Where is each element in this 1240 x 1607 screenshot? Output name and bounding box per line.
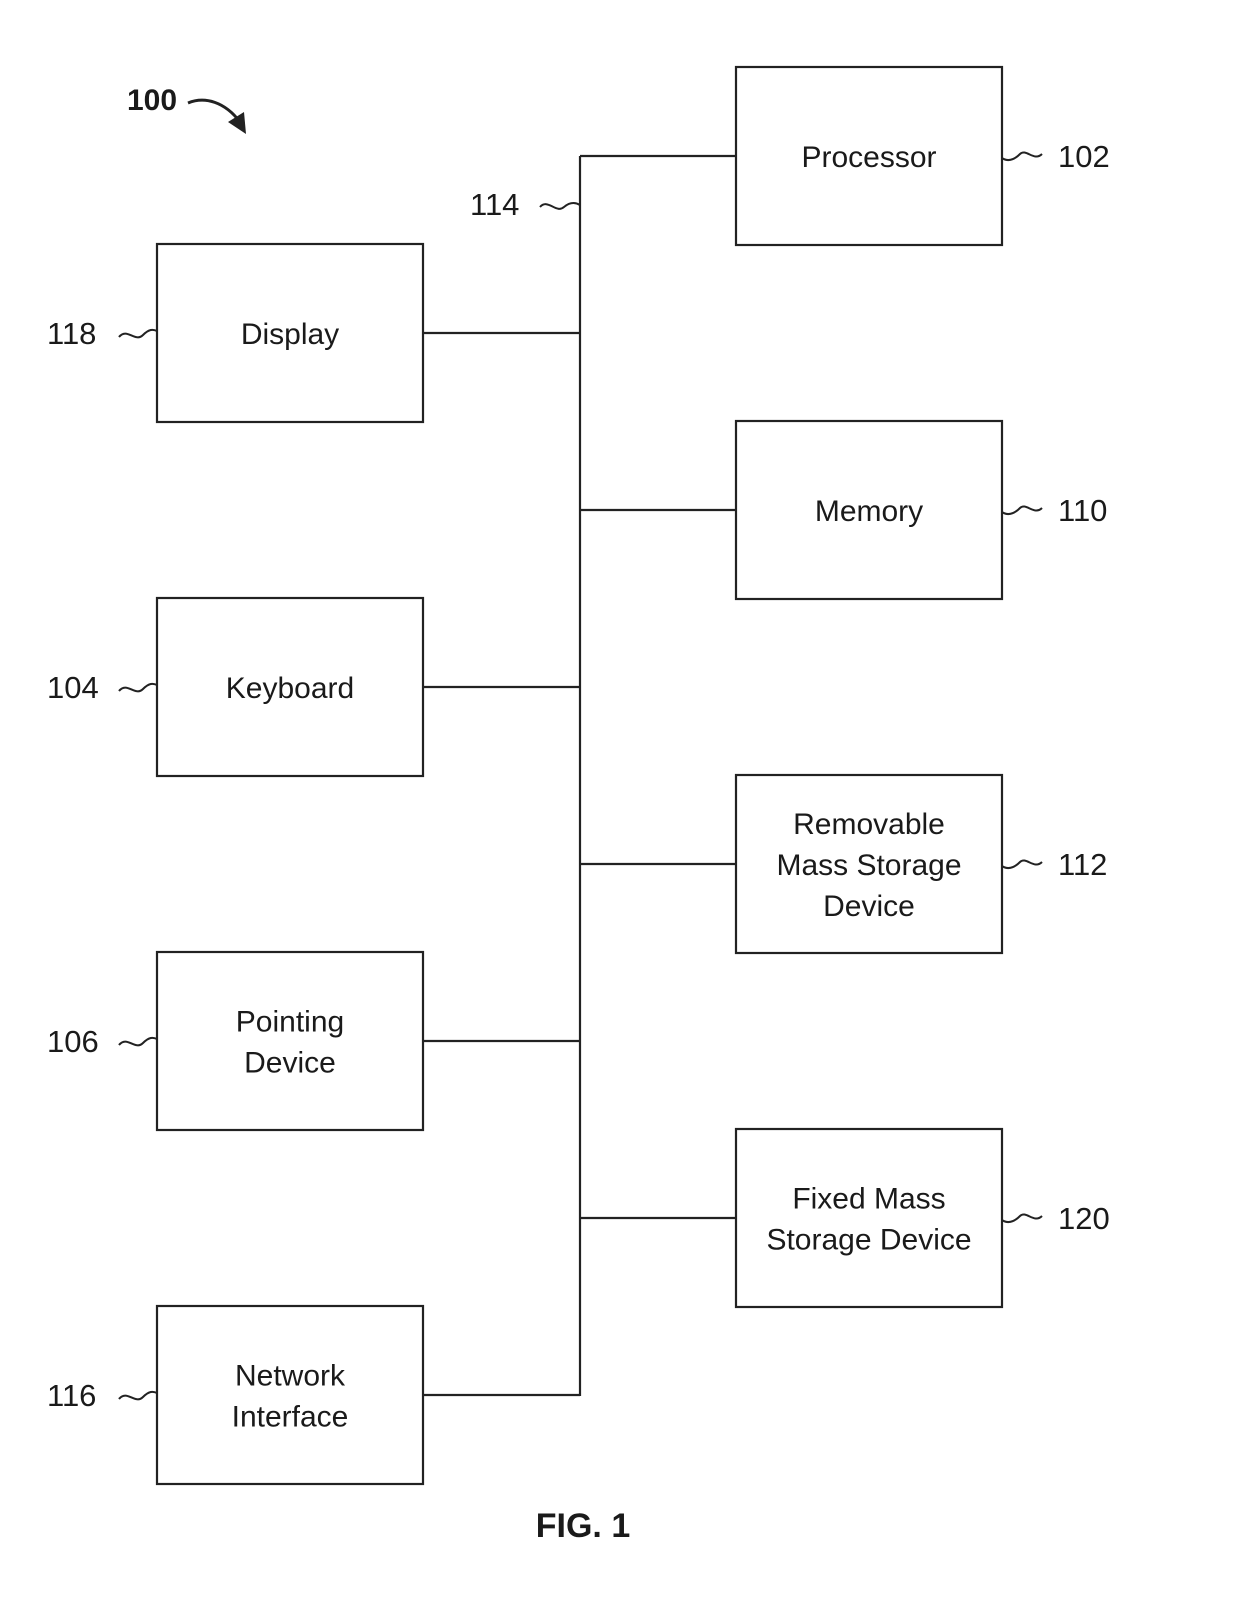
arrowhead-icon <box>228 112 246 134</box>
network-interface-box <box>155 1304 425 1486</box>
display-leader-squiggle <box>118 328 158 339</box>
network-interface-leader-squiggle <box>118 1390 158 1401</box>
component-network-interface: Network Interface 116 <box>47 1304 580 1486</box>
pointing-device-label-line: Device <box>244 1047 336 1080</box>
keyboard-label-line: Keyboard <box>226 672 354 705</box>
fixed-mass-storage-device-box <box>734 1127 1004 1309</box>
component-pointing-device: Pointing Device 106 <box>47 950 580 1132</box>
figure-reference: 100 <box>127 84 246 134</box>
component-fixed-mass-storage-device: Fixed Mass Storage Device 120 <box>580 1127 1110 1309</box>
component-processor: Processor 102 <box>580 65 1110 247</box>
left-components: Display 118 Keyboard 104 Pointing Device 106 Ne… <box>47 242 580 1486</box>
block-diagram: 100 114 Display 118 Keyboard 104 Pointing Dev… <box>47 65 1110 1545</box>
system-bus: 114 <box>470 156 582 1396</box>
component-removable-mass-storage-device: Removable Mass Storage Device 112 <box>580 773 1107 955</box>
fixed-mass-storage-device-reference-number: 120 <box>1058 1201 1110 1236</box>
figure-reference-arrow-icon <box>187 98 242 123</box>
component-keyboard: Keyboard 104 <box>47 596 580 778</box>
removable-mass-storage-device-label-line: Mass Storage <box>776 849 961 882</box>
figure-reference-number: 100 <box>127 84 177 117</box>
network-interface-reference-number: 116 <box>47 1378 96 1413</box>
fixed-mass-storage-device-label-line: Storage Device <box>766 1224 971 1257</box>
network-interface-label-line: Network <box>235 1360 346 1393</box>
display-reference-number: 118 <box>47 316 96 351</box>
keyboard-leader-squiggle <box>118 682 158 693</box>
figure-caption: FIG. 1 <box>536 1507 630 1545</box>
memory-label-line: Memory <box>815 495 923 528</box>
memory-reference-number: 110 <box>1058 493 1107 528</box>
component-display: Display 118 <box>47 242 580 424</box>
processor-label-line: Processor <box>801 141 936 174</box>
keyboard-reference-number: 104 <box>47 670 99 705</box>
pointing-device-reference-number: 106 <box>47 1024 99 1059</box>
bus-reference-number: 114 <box>470 187 519 222</box>
bus-leader-squiggle <box>539 201 581 210</box>
processor-leader-squiggle <box>1001 151 1043 162</box>
display-label-line: Display <box>241 318 339 351</box>
pointing-device-label-line: Pointing <box>236 1006 344 1039</box>
processor-reference-number: 102 <box>1058 139 1110 174</box>
fixed-mass-storage-device-leader-squiggle <box>1001 1213 1043 1224</box>
memory-leader-squiggle <box>1001 505 1043 516</box>
component-memory: Memory 110 <box>580 419 1107 601</box>
network-interface-label-line: Interface <box>232 1401 349 1434</box>
pointing-device-box <box>155 950 425 1132</box>
right-components: Processor 102 Memory 110 Removable Mass Stora… <box>580 65 1110 1309</box>
removable-mass-storage-device-reference-number: 112 <box>1058 847 1107 882</box>
fixed-mass-storage-device-label-line: Fixed Mass <box>792 1183 945 1216</box>
removable-mass-storage-device-leader-squiggle <box>1001 859 1043 870</box>
removable-mass-storage-device-label-line: Device <box>823 890 915 923</box>
removable-mass-storage-device-label-line: Removable <box>793 808 945 841</box>
pointing-device-leader-squiggle <box>118 1036 158 1047</box>
